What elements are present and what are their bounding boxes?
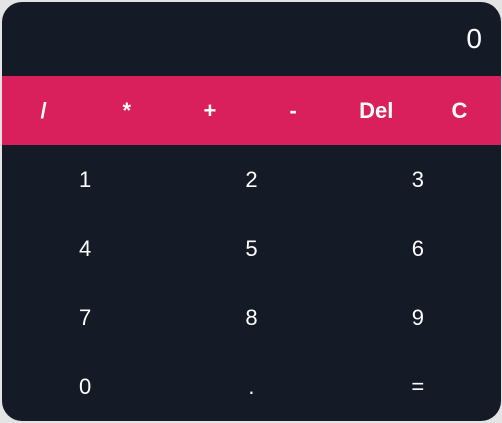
digit-5-button[interactable]: 5: [168, 214, 334, 283]
digit-7-button[interactable]: 7: [2, 283, 168, 352]
digit-9-button[interactable]: 9: [335, 283, 501, 352]
display: 0: [466, 23, 482, 54]
multiply-button[interactable]: *: [85, 76, 168, 145]
digit-1-button[interactable]: 1: [2, 145, 168, 214]
digit-8-button[interactable]: 8: [168, 283, 334, 352]
calculator: 0 / * + - Del C 1 2 3 4 5 6 7 8 9 0 . =: [2, 2, 501, 421]
digit-4-button[interactable]: 4: [2, 214, 168, 283]
delete-button[interactable]: Del: [335, 76, 418, 145]
add-button[interactable]: +: [168, 76, 251, 145]
digit-0-button[interactable]: 0: [2, 352, 168, 421]
decimal-button[interactable]: .: [168, 352, 334, 421]
equals-button[interactable]: =: [335, 352, 501, 421]
divide-button[interactable]: /: [2, 76, 85, 145]
operator-row: / * + - Del C: [2, 76, 501, 145]
digit-6-button[interactable]: 6: [335, 214, 501, 283]
digit-3-button[interactable]: 3: [335, 145, 501, 214]
subtract-button[interactable]: -: [252, 76, 335, 145]
keypad: 1 2 3 4 5 6 7 8 9 0 . =: [2, 145, 501, 421]
clear-button[interactable]: C: [418, 76, 501, 145]
digit-2-button[interactable]: 2: [168, 145, 334, 214]
